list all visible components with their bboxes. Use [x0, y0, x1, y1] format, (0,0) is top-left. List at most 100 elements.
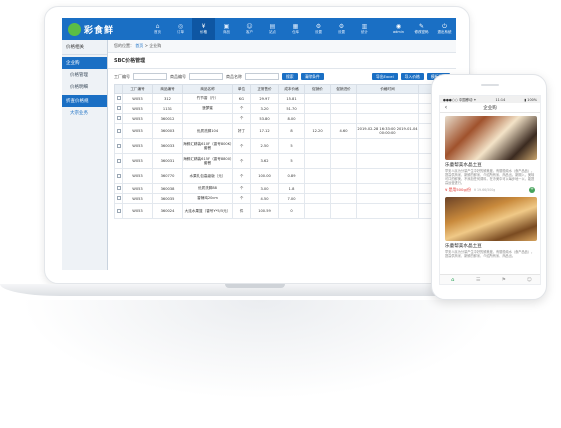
import-button[interactable]: 导入价格: [400, 73, 424, 80]
table-cell: 1131: [152, 103, 183, 114]
change-password[interactable]: ✎ 修改密码: [410, 18, 433, 40]
table-cell: [304, 183, 331, 194]
checkbox[interactable]: [116, 143, 121, 148]
checkbox[interactable]: [116, 128, 121, 133]
table-row[interactable]: W053 360035 香辣鸡20cm 个 4.50 7.00: [114, 193, 451, 204]
sidebar-item-bulk[interactable]: 大宗业务: [62, 107, 107, 119]
checkbox[interactable]: [116, 196, 121, 200]
nav-settings[interactable]: ⚙ 设置: [307, 18, 330, 40]
sidebar-item-price-detail[interactable]: 价格明细: [62, 81, 107, 93]
table-cell: [304, 113, 331, 124]
sidebar-item-discount[interactable]: 折查价格规: [62, 95, 107, 107]
nav-customers[interactable]: ☺ 客户: [238, 18, 261, 40]
product-name[interactable]: 乐童帮美水晶土豆: [440, 160, 540, 168]
product-price: ¥ 是用500g/份: [445, 187, 471, 192]
sidebar-item-price-manage[interactable]: 价格管理: [62, 69, 107, 81]
product-name-input[interactable]: [245, 73, 279, 80]
factory-code-input[interactable]: [133, 73, 167, 80]
table-cell: 15.81: [278, 93, 305, 104]
table-cell: 优质洗脚88: [182, 183, 233, 194]
tab-cart-icon[interactable]: ⚑: [491, 275, 517, 284]
breadcrumb-current: 企业购: [149, 43, 162, 48]
row-checkbox[interactable]: [114, 93, 123, 104]
nav-products[interactable]: ▣ 商品: [215, 18, 238, 40]
checkbox[interactable]: [116, 158, 121, 163]
row-checkbox[interactable]: [114, 168, 123, 184]
gear-icon: ⚙: [315, 23, 322, 30]
checkbox[interactable]: [116, 106, 121, 110]
row-checkbox[interactable]: [114, 103, 123, 114]
table-cell: 个: [232, 113, 251, 124]
product-name[interactable]: 乐童帮美水晶土豆: [440, 241, 540, 249]
warehouse-icon: ▦: [292, 23, 299, 30]
table-cell: [356, 183, 419, 194]
table-cell: 1.8: [278, 183, 305, 194]
sidebar-item-enterprise[interactable]: 企业购: [62, 57, 107, 69]
checkbox[interactable]: [116, 173, 121, 178]
table-cell: [304, 203, 331, 219]
nav-orders[interactable]: ◎ 订单: [169, 18, 192, 40]
nav-warehouse[interactable]: ▦ 仓库: [284, 18, 307, 40]
table-row[interactable]: W053 360038 优质洗脚88 个 3.00 1.8: [114, 183, 451, 194]
tab-category-icon[interactable]: ☰: [466, 275, 492, 284]
nav-price[interactable]: ¥ 价格: [192, 18, 215, 40]
table-row[interactable]: W053 360033 海鲜汇精装610F（香号800K）套餐个 2.50 5: [114, 138, 451, 154]
table-cell: 0: [278, 203, 305, 219]
table-cell: 5: [278, 138, 305, 154]
table-row[interactable]: W053 360031 海鲜汇精装615F（香号8800）套餐个 3.62 5: [114, 153, 451, 169]
table-row[interactable]: W053 312 竹节香（斤） KG 29.97 15.81: [114, 93, 451, 104]
logo-text: 彩食鲜: [84, 25, 115, 36]
table-cell: 菠萝蜜: [182, 103, 233, 114]
add-to-cart-icon[interactable]: +: [529, 187, 535, 193]
row-checkbox[interactable]: [114, 123, 123, 139]
checkbox[interactable]: [116, 116, 121, 120]
checkbox[interactable]: [116, 208, 121, 213]
nav-settings-2[interactable]: ⚙ 设置: [330, 18, 353, 40]
export-button[interactable]: 导出Excel: [371, 73, 398, 80]
table-row[interactable]: W053 360012 个 53.80 8.00: [114, 113, 451, 124]
nav-stations[interactable]: ▤ 站点: [261, 18, 284, 40]
table-cell: 3.62: [250, 153, 279, 169]
row-checkbox[interactable]: [114, 138, 123, 154]
tab-home-icon[interactable]: ⌂: [440, 275, 466, 284]
home-icon: ⌂: [155, 23, 160, 30]
checkbox[interactable]: [116, 186, 121, 190]
table-cell: 优质洗脚104: [182, 123, 233, 139]
table-cell: W053: [122, 93, 153, 104]
row-checkbox[interactable]: [114, 203, 123, 219]
table-row[interactable]: W053 360770 水果礼包高级版（元）个 100.00 0.89: [114, 168, 451, 184]
tab-profile-icon[interactable]: ☺: [517, 275, 541, 284]
table-cell: 360003: [152, 123, 183, 139]
table-row[interactable]: W053 360003 优质洗脚104 好丁 17.12 8 12.20 4.60 2019-0…: [114, 123, 451, 139]
product-image[interactable]: [445, 197, 537, 241]
table-cell: [356, 113, 419, 124]
checkbox[interactable]: [116, 96, 121, 100]
row-checkbox[interactable]: [114, 193, 123, 204]
table-cell: 100.59: [250, 203, 279, 219]
table-cell: W053: [122, 138, 153, 154]
table-row[interactable]: W053 360024 大连水果篮（香号Y*5/5元）件 100.59 0: [114, 203, 451, 219]
row-checkbox[interactable]: [114, 113, 123, 124]
table-cell: 4.60: [330, 123, 357, 139]
nav-stats[interactable]: ▥ 统计: [353, 18, 376, 40]
table-cell: [304, 93, 331, 104]
logout[interactable]: ⏻ 退出系统: [433, 18, 456, 40]
table-cell: 360012: [152, 113, 183, 124]
price-table: 工厂编号 商品编号 商品名称 单位 正常售价 成本价格 促销价 促销进价 价格时…: [114, 84, 451, 219]
nav-home[interactable]: ⌂ 首页: [146, 18, 169, 40]
product-image[interactable]: [445, 116, 537, 160]
page-title: SBC价格管理: [108, 53, 456, 69]
table-cell: 17.12: [250, 123, 279, 139]
user-menu[interactable]: ◉ admin: [387, 18, 410, 40]
product-code-input[interactable]: [189, 73, 223, 80]
reset-button[interactable]: 清除条件: [300, 73, 324, 80]
breadcrumb-home[interactable]: 首页: [135, 43, 143, 48]
table-row[interactable]: W053 1131 菠萝蜜个 3.20 51.70: [114, 103, 451, 114]
back-arrow-icon[interactable]: ‹: [440, 104, 452, 111]
logo[interactable]: 彩食鲜: [62, 22, 146, 36]
row-checkbox[interactable]: [114, 153, 123, 169]
search-button[interactable]: 搜索: [282, 73, 298, 80]
row-checkbox[interactable]: [114, 183, 123, 194]
table-cell: [304, 168, 331, 184]
table-cell: W053: [122, 168, 153, 184]
